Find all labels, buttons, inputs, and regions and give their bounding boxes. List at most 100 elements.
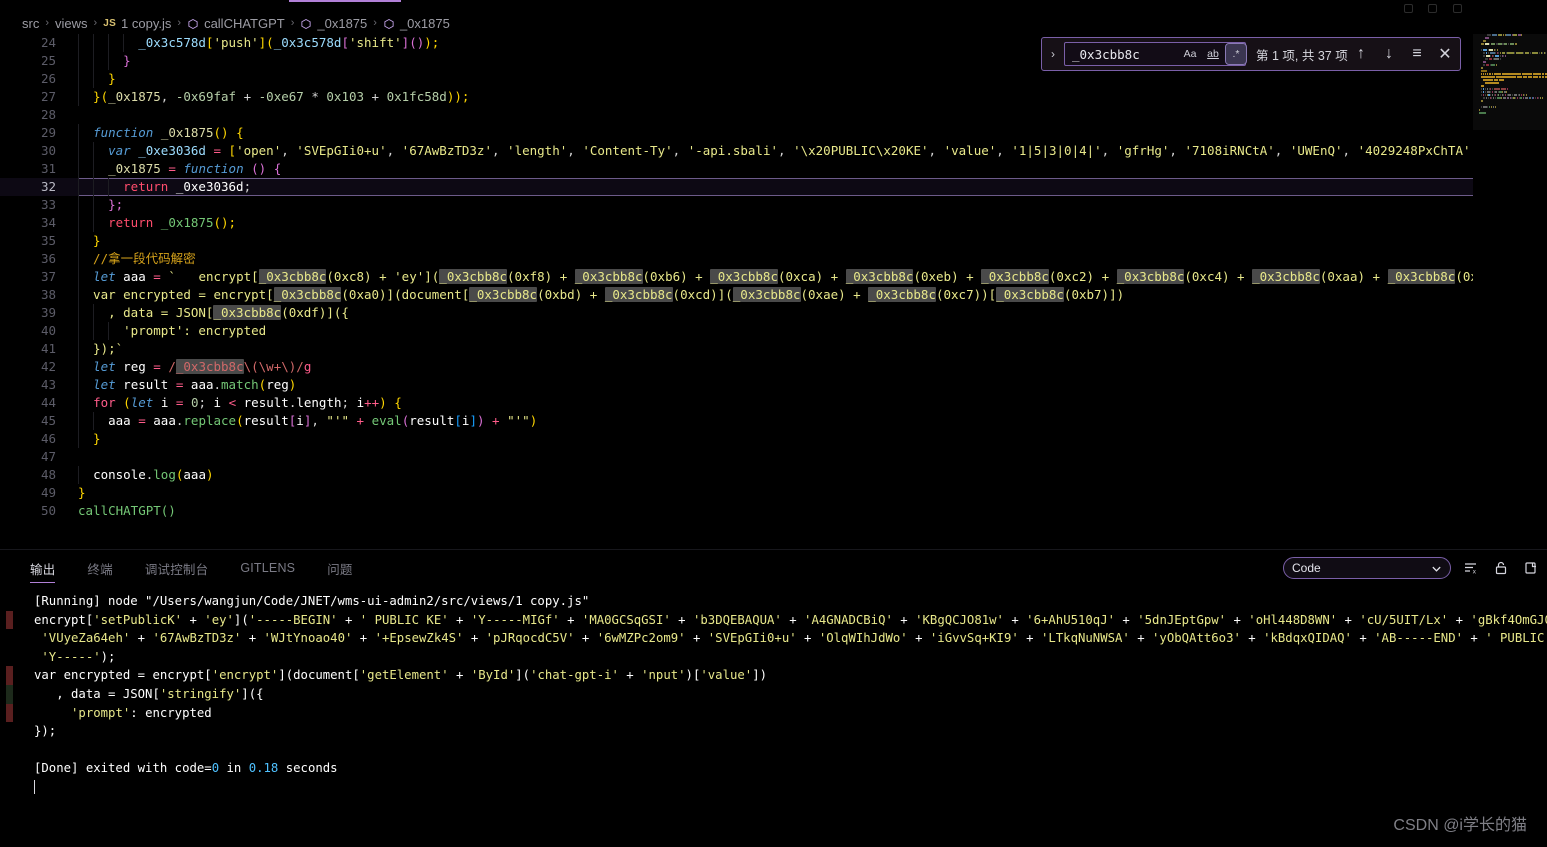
code-editor[interactable]: 24 _0x3c578d['push'](_0x3c578d['shift'](… [0, 34, 1547, 549]
breadcrumb-item-views[interactable]: views [55, 16, 88, 31]
find-widget[interactable]: › Aa ab .* 第 1 项, 共 37 项 ↑ ↓ ≡ ✕ [1041, 37, 1461, 71]
close-find-button[interactable]: ✕ [1436, 45, 1454, 63]
code-line-48[interactable]: 48 console.log(aaa) [0, 466, 1547, 484]
code-token: ( [266, 35, 274, 50]
minimap[interactable] [1473, 34, 1547, 549]
code-line-26[interactable]: 26 } [0, 70, 1547, 88]
output-channel-select[interactable]: Code [1283, 557, 1451, 579]
find-input-wrapper[interactable]: Aa ab .* [1064, 42, 1247, 66]
breadcrumb-item-1-copy-js[interactable]: JS 1 copy.js [103, 16, 171, 31]
panel-tab-2[interactable]: 调试控制台 [145, 550, 209, 586]
code-line-29[interactable]: 29 function _0x1875() { [0, 124, 1547, 142]
code-line-37[interactable]: 37 let aaa = ` encrypt[_0x3cbb8c(0xc8) +… [0, 268, 1547, 286]
output-string-token: 'pJRqocdC5V' [485, 631, 575, 646]
code-line-39[interactable]: 39 , data = JSON[_0x3cbb8c(0xdf)]({ [0, 304, 1547, 322]
code-token: aaa [183, 467, 206, 482]
code-token: reg [123, 359, 146, 374]
breadcrumb-item-callchatgpt[interactable]: callCHATGPT [187, 16, 285, 31]
code-line-33[interactable]: 33 }; [0, 196, 1547, 214]
panel-tab-label: 调试控制台 [144, 562, 209, 577]
breadcrumb-separator: › [93, 17, 98, 29]
code-text: });` [78, 341, 123, 356]
minimap-segment [1516, 73, 1522, 75]
line-number: 24 [40, 35, 56, 50]
code-line-42[interactable]: 42 let reg = /_0x3cbb8c\(\w+\)/g [0, 358, 1547, 376]
output-token: + [781, 612, 805, 627]
breadcrumb-item--0x1875[interactable]: _0x1875 [383, 16, 450, 31]
code-token: = [153, 359, 161, 374]
open-in-editor-button[interactable] [1521, 558, 1541, 578]
use-regex-toggle[interactable]: .* [1225, 43, 1247, 65]
code-line-40[interactable]: 40 'prompt': encrypted [0, 322, 1547, 340]
output-token: + [1018, 631, 1041, 646]
next-match-button[interactable]: ↓ [1380, 45, 1398, 63]
toggle-replace-icon[interactable]: › [1042, 38, 1064, 70]
code-lines[interactable]: 24 _0x3c578d['push'](_0x3c578d['shift'](… [0, 34, 1547, 549]
code-line-36[interactable]: 36 //拿一段代码解密 [0, 250, 1547, 268]
minimap-segment [1481, 85, 1485, 87]
panel-tab-0[interactable]: 输出 [30, 550, 56, 586]
output-content[interactable]: [Running] node "/Users/wangjun/Code/JNET… [0, 586, 1547, 847]
lock-scroll-button[interactable] [1491, 558, 1511, 578]
previous-match-button[interactable]: ↑ [1352, 45, 1370, 63]
find-in-selection-button[interactable]: ≡ [1408, 45, 1426, 63]
code-line-44[interactable]: 44 for (let i = 0; i < result.length; i+… [0, 394, 1547, 412]
code-text: , data = JSON[_0x3cbb8c(0xdf)]({ [78, 305, 349, 320]
match-case-toggle[interactable]: Aa [1180, 44, 1200, 64]
output-token: + [130, 631, 153, 646]
code-text: console.log(aaa) [78, 467, 213, 482]
panel-tab-4[interactable]: 问题 [327, 550, 352, 586]
output-string-token: 'LTkqNuNWSA' [1040, 631, 1130, 646]
find-actions[interactable]: ↑ ↓ ≡ ✕ [1352, 45, 1454, 63]
code-line-27[interactable]: 27 }(_0x1875, -0x69faf + -0xe67 * 0x103 … [0, 88, 1547, 106]
find-options[interactable]: Aa ab .* [1180, 43, 1247, 65]
output-string-token: 'cU/5UIT/Lx' [1359, 612, 1449, 627]
minimap-segment [1479, 109, 1480, 111]
match-whole-word-toggle[interactable]: ab [1203, 44, 1223, 64]
code-line-49[interactable]: 49} [0, 484, 1547, 502]
code-line-50[interactable]: 50 callCHATGPT() [0, 502, 1547, 520]
clear-output-button[interactable]: x [1461, 558, 1481, 578]
code-token: (0xc2) + [1048, 269, 1117, 284]
find-input[interactable] [1072, 43, 1180, 65]
code-line-38[interactable]: 38 var encrypted = encrypt[_0x3cbb8c(0xa… [0, 286, 1547, 304]
code-line-41[interactable]: 41 });` [0, 340, 1547, 358]
panel-tab-3[interactable]: GITLENS [240, 550, 295, 586]
editor-action-icons[interactable] [1404, 0, 1547, 13]
line-number: 26 [40, 71, 56, 86]
breadcrumb-item-src[interactable]: src [22, 16, 39, 31]
search-match: _0x3cbb8c [469, 287, 538, 302]
breadcrumb-item--0x1875[interactable]: _0x1875 [300, 16, 367, 31]
code-text: return _0xe3036d; [78, 179, 251, 194]
code-token: , [1274, 143, 1290, 158]
breadcrumb[interactable]: src › views › JS 1 copy.js › callCHATGPT › _0x187… [0, 12, 1547, 34]
code-line-28[interactable]: 28 [0, 106, 1547, 124]
output-string-token: 'prompt' [71, 705, 131, 720]
code-line-47[interactable]: 47 [0, 448, 1547, 466]
code-line-32[interactable]: 32 return _0xe3036d; [0, 178, 1547, 196]
code-token: aaa [153, 413, 176, 428]
code-line-43[interactable]: 43 let result = aaa.match(reg) [0, 376, 1547, 394]
minimap-segment [1495, 88, 1501, 90]
code-line-34[interactable]: 34 return _0x1875(); [0, 214, 1547, 232]
code-line-31[interactable]: 31 _0x1875 = function () { [0, 160, 1547, 178]
minimap-segment [1504, 55, 1506, 57]
code-token: (0xdf)]({ [281, 305, 349, 320]
panel-tab-label: 输出 [30, 562, 56, 577]
symbol-method-icon [383, 18, 395, 30]
panel-tab-1[interactable]: 终端 [87, 550, 112, 586]
minimap-segment [1492, 34, 1497, 36]
code-line-30[interactable]: 30 var _0xe3036d = ['open', 'SVEpGIi0+u'… [0, 142, 1547, 160]
minimap-segment [1521, 34, 1523, 36]
code-token: aaa [123, 269, 146, 284]
code-line-45[interactable]: 45 aaa = aaa.replace(result[i], "'" + ev… [0, 412, 1547, 430]
code-line-46[interactable]: 46 } [0, 430, 1547, 448]
panel-actions[interactable]: Code x [1283, 550, 1541, 586]
breadcrumb-separator: › [177, 17, 182, 29]
code-line-35[interactable]: 35 } [0, 232, 1547, 250]
